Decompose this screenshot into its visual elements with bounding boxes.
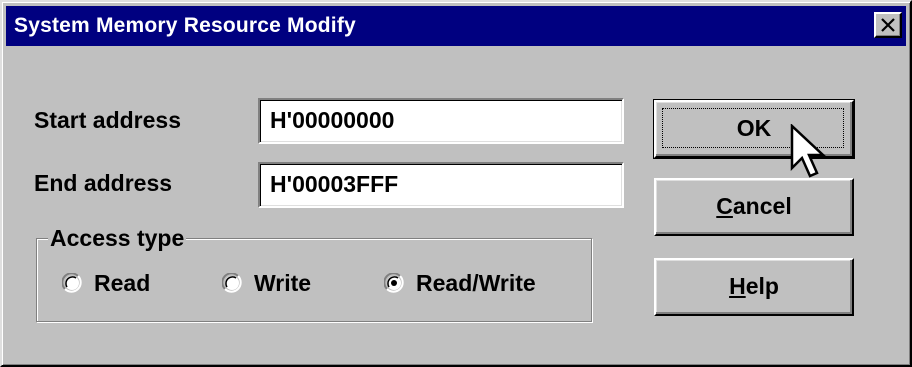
memory-resource-dialog: System Memory Resource Modify Start addr… bbox=[0, 0, 912, 367]
radio-write-circle[interactable] bbox=[221, 272, 242, 293]
radio-read-write-label: Read/Write bbox=[416, 270, 536, 296]
radio-read-circle[interactable] bbox=[61, 272, 82, 293]
access-type-legend: Access type bbox=[48, 224, 187, 252]
close-button[interactable] bbox=[874, 12, 902, 38]
start-address-label: Start address bbox=[34, 107, 182, 133]
close-icon bbox=[881, 18, 895, 32]
radio-read-write[interactable]: Read/Write bbox=[383, 268, 536, 298]
radio-read[interactable]: Read bbox=[61, 268, 151, 298]
radio-read-write-circle[interactable] bbox=[383, 272, 404, 293]
cancel-mnemonic: C bbox=[716, 193, 733, 219]
help-button[interactable]: Help bbox=[654, 258, 854, 316]
radio-selected-dot bbox=[391, 280, 397, 286]
end-address-label: End address bbox=[34, 170, 173, 196]
cancel-button[interactable]: Cancel bbox=[654, 178, 854, 236]
help-mnemonic: H bbox=[729, 273, 746, 299]
cancel-button-label: ancel bbox=[732, 193, 792, 219]
start-address-field[interactable]: H'00000000 bbox=[258, 98, 624, 144]
help-button-label: elp bbox=[745, 273, 779, 299]
dialog-title: System Memory Resource Modify bbox=[14, 14, 356, 37]
title-bar[interactable]: System Memory Resource Modify bbox=[6, 6, 906, 46]
mouse-pointer-icon bbox=[790, 124, 827, 178]
radio-read-label: Read bbox=[94, 270, 151, 296]
radio-write[interactable]: Write bbox=[221, 268, 312, 298]
end-address-field[interactable]: H'00003FFF bbox=[258, 162, 624, 208]
radio-write-label: Write bbox=[254, 270, 312, 296]
